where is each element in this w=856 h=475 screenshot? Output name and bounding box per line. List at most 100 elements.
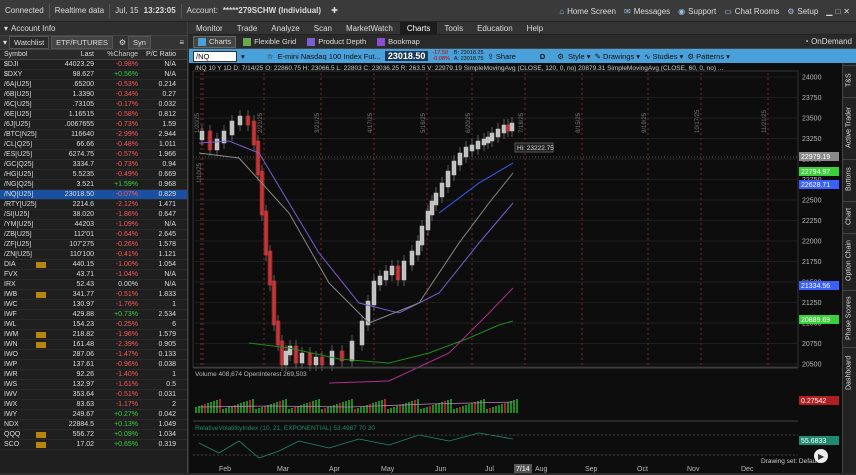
menu-tools[interactable]: Tools [437, 22, 470, 35]
watchlist-row[interactable]: QQQ 556.72 +0.09% 1.034 [0, 430, 187, 440]
watchlist-row[interactable]: /6B[U25] 1.3390 -0.34% 0.27 [0, 90, 187, 100]
watchlist-row[interactable]: /YM[U25] 44203 -1.09% N/A [0, 220, 187, 230]
row-last: 353.64 [72, 391, 94, 398]
watchlist-row[interactable]: /6C[U25] .73105 -0.17% 0.032 [0, 100, 187, 110]
watchlist-row[interactable]: /HG[U25] 5.5235 -0.49% 0.669 [0, 170, 187, 180]
menu-help[interactable]: Help [520, 22, 550, 35]
watchlist-row[interactable]: IWL 154.23 -0.25% 6 [0, 320, 187, 330]
watchlist-row[interactable]: IWR 92.26 -1.40% 1 [0, 370, 187, 380]
row-pc-ratio: 0.031 [158, 391, 176, 398]
watchlist-row[interactable]: FVX 43.71 -1.04% N/A [0, 270, 187, 280]
watchlist-row[interactable]: NDX 22884.5 +0.13% 1.049 [0, 420, 187, 430]
watchlist-row[interactable]: /NQ[U25] 23018.50 -0.07% 0.829 [0, 190, 187, 200]
row-pc-ratio: 0.319 [158, 441, 176, 448]
row-symbol: /RTY[U25] [4, 201, 37, 208]
col-pc-ratio[interactable]: P/C Ratio [138, 51, 178, 58]
account-info-header[interactable]: ▾ Account Info [0, 22, 187, 36]
tab-watchlist[interactable]: Watchlist [9, 36, 50, 49]
tab-flexible-grid[interactable]: Flexible Grid [239, 36, 300, 48]
watchlist-row[interactable]: /CL[Q25] 66.66 -0.48% 1.011 [0, 140, 187, 150]
add-account-icon[interactable]: ✚ [326, 6, 343, 15]
volume-bar [468, 404, 470, 413]
watchlist-row[interactable]: /ZN[U25] 110'100 -0.41% 1.121 [0, 250, 187, 260]
tab-bookmap[interactable]: Bookmap [373, 36, 424, 48]
watchlist-row[interactable]: IWC 130.97 -1.76% 1 [0, 300, 187, 310]
patterns-button[interactable]: ⚙ Patterns ▾ [687, 52, 730, 61]
chart-area[interactable]: /NQ 10 Y 1D D: 7/14/25 O: 22860.75 H: 23… [189, 63, 856, 473]
side-tab-dashboard[interactable]: Dashboard [842, 347, 856, 397]
watchlist-row[interactable]: IRX 52.43 0.00% N/A [0, 280, 187, 290]
watchlist-row[interactable]: IWB 341.77 -0.51% 1.833 [0, 290, 187, 300]
ondemand-link[interactable]: ◔ OnDemand [804, 37, 852, 46]
watchlist-row[interactable]: $DXY 98.627 +0.56% N/A [0, 70, 187, 80]
menu-scan[interactable]: Scan [307, 22, 339, 35]
col-last[interactable]: Last [56, 51, 94, 58]
minimize-icon[interactable]: ▁ [826, 7, 832, 16]
menu-trade[interactable]: Trade [230, 22, 265, 35]
tab-charts[interactable]: Charts [193, 35, 237, 48]
star-icon[interactable]: ☆ [267, 52, 274, 61]
watchlist-row[interactable]: $DJI 44023.29 -0.98% N/A [0, 60, 187, 70]
row-pc-ratio: N/A [164, 61, 176, 68]
side-tab-active-trader[interactable]: Active Trader [842, 97, 856, 157]
watchlist-row[interactable]: /ZB[U25] 112'01 -0.64% 2.645 [0, 230, 187, 240]
watchlist-row[interactable]: SCO 17.02 +0.65% 0.319 [0, 440, 187, 450]
side-tab-buttons[interactable]: Buttons [842, 159, 856, 199]
side-tab-chart[interactable]: Chart [842, 201, 856, 231]
menu-analyze[interactable]: Analyze [264, 22, 306, 35]
account-value[interactable]: *****279SCHW (Individual) [223, 6, 326, 15]
rvi-tag-label: 55.6833 [801, 438, 826, 445]
watchlist-row[interactable]: IWF 429.88 +0.73% 2.534 [0, 310, 187, 320]
messages-link[interactable]: ✉ Messages [624, 7, 670, 16]
studies-button[interactable]: ∿ Studies ▾ [644, 52, 683, 61]
menu-charts[interactable]: Charts [399, 21, 438, 35]
watchlist-row[interactable]: /SI[U25] 38.020 -1.86% 0.647 [0, 210, 187, 220]
close-icon[interactable]: ✕ [843, 7, 850, 16]
watchlist-row[interactable]: /ZF[U25] 107'275 -0.26% 1.578 [0, 240, 187, 250]
watchlist-row[interactable]: IWN 161.48 -2.39% 0.905 [0, 340, 187, 350]
watchlist-row[interactable]: IWX 83.63 -1.17% 2 [0, 400, 187, 410]
period-button[interactable]: D [540, 52, 545, 61]
symbol-input[interactable]: /NQ [193, 50, 237, 62]
style-button[interactable]: Style ▾ [568, 52, 591, 61]
watchlist-row[interactable]: /6J[U25] .0067655 -0.73% 1.59 [0, 120, 187, 130]
col-change[interactable]: %Change [94, 51, 138, 58]
menu-monitor[interactable]: Monitor [189, 22, 230, 35]
tab-product-depth[interactable]: Product Depth [303, 36, 370, 48]
watchlist-row[interactable]: IWS 132.97 -1.61% 0.5 [0, 380, 187, 390]
chat-rooms-link[interactable]: ▭ Chat Rooms [724, 7, 779, 16]
watchlist-row[interactable]: /6E[U25] 1.16515 -0.58% 0.812 [0, 110, 187, 120]
share-button[interactable]: ⇪ Share [488, 52, 516, 61]
watchlist-row[interactable]: /BTC[N25] 116640 -2.99% 2.944 [0, 130, 187, 140]
watchlist-row[interactable]: IWP 137.61 -0.96% 0.038 [0, 360, 187, 370]
watchlist-row[interactable]: /RTY[U25] 2214.6 -2.12% 1.471 [0, 200, 187, 210]
price-chart[interactable]: /NQ 10 Y 1D D: 7/14/25 O: 22860.75 H: 23… [189, 63, 842, 473]
tab-etf-futures[interactable]: ETF/FUTURES [51, 36, 113, 49]
watchlist-row[interactable]: /GC[Q25] 3334.7 -0.73% 0.94 [0, 160, 187, 170]
watchlist-row[interactable]: DIA 440.15 -1.00% 1.054 [0, 260, 187, 270]
watchlist-row[interactable]: IWY 249.67 +0.27% 0.042 [0, 410, 187, 420]
volume-bar [483, 399, 485, 413]
tab-syn[interactable]: Syn [128, 36, 151, 49]
setup-link[interactable]: ⚙ Setup [787, 7, 818, 16]
menu-education[interactable]: Education [470, 22, 520, 35]
side-tab-t-s[interactable]: T&S [842, 65, 856, 95]
settings-icon[interactable]: ⚙ [557, 52, 564, 61]
watchlist-row[interactable]: /NG[Q25] 3.521 +1.59% 0.968 [0, 180, 187, 190]
col-symbol[interactable]: Symbol [0, 51, 56, 58]
maximize-icon[interactable]: □ [835, 7, 840, 16]
side-tab-option-chain[interactable]: Option Chain [842, 233, 856, 288]
gear-icon[interactable]: ⚙ [119, 38, 126, 47]
support-link[interactable]: ◉ Support [678, 7, 716, 16]
side-tab-phase-scores[interactable]: Phase Scores [842, 290, 856, 345]
watchlist-row[interactable]: /6A[U25] .65200 -0.53% 0.214 [0, 80, 187, 90]
menu-icon[interactable]: ≡ [179, 38, 187, 47]
watchlist-row[interactable]: /ES[U25] 6274.75 -0.57% 1.966 [0, 150, 187, 160]
watchlist-row[interactable]: IWV 353.64 -0.51% 0.031 [0, 390, 187, 400]
drawings-button[interactable]: ✎ Drawings ▾ [595, 52, 641, 61]
chevron-down-icon[interactable]: ▾ [241, 52, 245, 61]
menu-marketwatch[interactable]: MarketWatch [339, 22, 400, 35]
watchlist-row[interactable]: IWM 218.82 -1.96% 1.579 [0, 330, 187, 340]
home-screen-link[interactable]: ⌂ Home Screen [559, 7, 616, 16]
watchlist-row[interactable]: IWO 287.06 -1.47% 0.133 [0, 350, 187, 360]
